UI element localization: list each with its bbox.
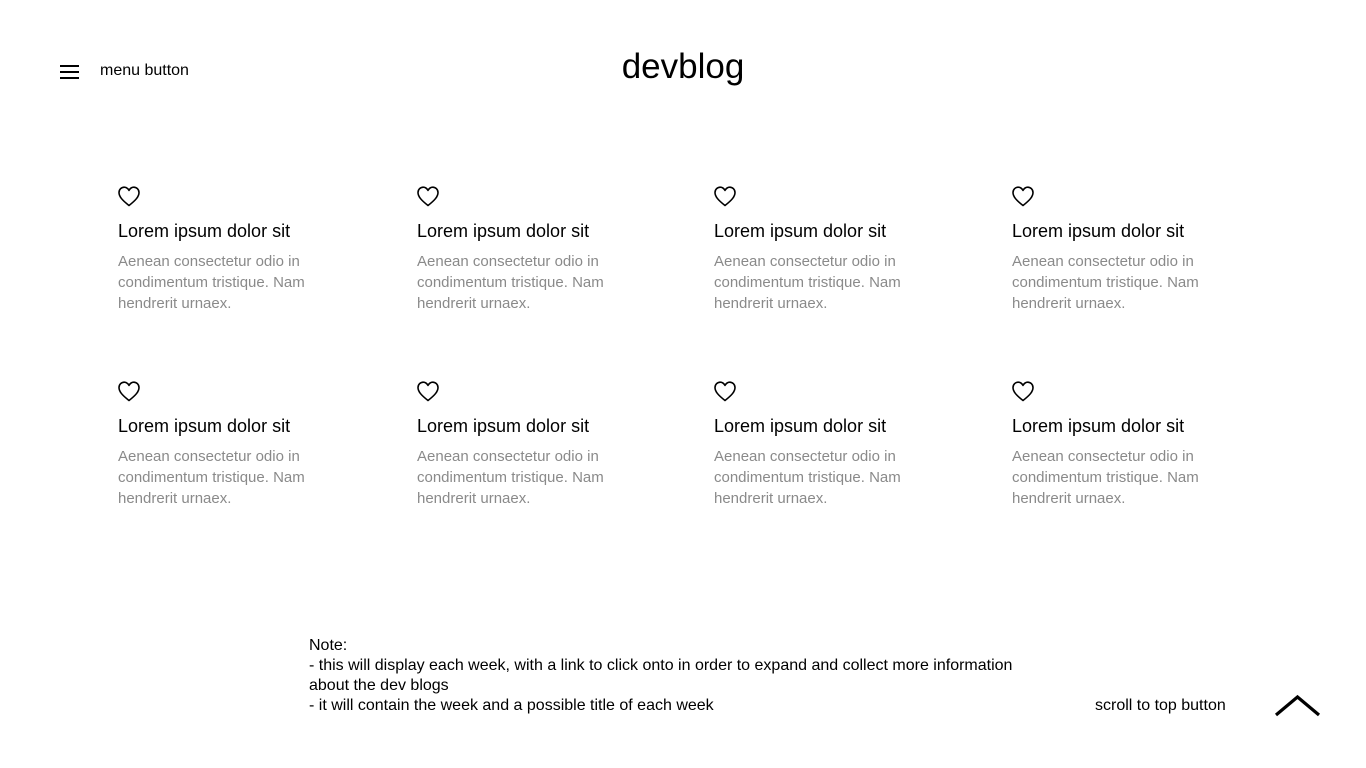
post-title[interactable]: Lorem ipsum dolor sit [714, 415, 974, 437]
posts-grid: Lorem ipsum dolor sit Aenean consectetur… [118, 186, 1318, 526]
post-title[interactable]: Lorem ipsum dolor sit [1012, 220, 1272, 242]
note-heading: Note: [309, 637, 348, 654]
post-excerpt: Aenean consectetur odio in condimentum t… [714, 253, 901, 312]
heart-icon[interactable] [118, 381, 140, 402]
post-excerpt: Aenean consectetur odio in condimentum t… [118, 253, 305, 312]
post-excerpt: Aenean consectetur odio in condimentum t… [417, 448, 604, 507]
post-excerpt: Aenean consectetur odio in condimentum t… [1012, 253, 1199, 312]
heart-icon[interactable] [714, 186, 736, 207]
post-title[interactable]: Lorem ipsum dolor sit [118, 220, 378, 242]
post-card[interactable]: Lorem ipsum dolor sit Aenean consectetur… [1012, 186, 1272, 314]
post-excerpt: Aenean consectetur odio in condimentum t… [417, 253, 604, 312]
heart-icon[interactable] [417, 381, 439, 402]
heart-icon[interactable] [118, 186, 140, 207]
heart-icon[interactable] [1012, 381, 1034, 402]
chevron-up-icon[interactable] [1274, 694, 1321, 718]
post-card[interactable]: Lorem ipsum dolor sit Aenean consectetur… [417, 186, 677, 314]
heart-icon[interactable] [1012, 186, 1034, 207]
post-title[interactable]: Lorem ipsum dolor sit [118, 415, 378, 437]
post-card[interactable]: Lorem ipsum dolor sit Aenean consectetur… [714, 381, 974, 509]
post-card[interactable]: Lorem ipsum dolor sit Aenean consectetur… [417, 381, 677, 509]
heart-icon[interactable] [714, 381, 736, 402]
post-excerpt: Aenean consectetur odio in condimentum t… [1012, 448, 1199, 507]
note-line: - it will contain the week and a possibl… [309, 697, 714, 714]
note-line: - this will display each week, with a li… [309, 657, 1013, 694]
scroll-to-top-label: scroll to top button [1095, 697, 1226, 714]
page: menu button devblog Lorem ipsum dolor si… [0, 0, 1366, 768]
post-excerpt: Aenean consectetur odio in condimentum t… [118, 448, 305, 507]
post-card[interactable]: Lorem ipsum dolor sit Aenean consectetur… [118, 381, 378, 509]
post-title[interactable]: Lorem ipsum dolor sit [714, 220, 974, 242]
site-title[interactable]: devblog [0, 46, 1366, 88]
post-title[interactable]: Lorem ipsum dolor sit [1012, 415, 1272, 437]
post-title[interactable]: Lorem ipsum dolor sit [417, 220, 677, 242]
post-card[interactable]: Lorem ipsum dolor sit Aenean consectetur… [1012, 381, 1272, 509]
post-card[interactable]: Lorem ipsum dolor sit Aenean consectetur… [118, 186, 378, 314]
post-excerpt: Aenean consectetur odio in condimentum t… [714, 448, 901, 507]
heart-icon[interactable] [417, 186, 439, 207]
post-card[interactable]: Lorem ipsum dolor sit Aenean consectetur… [714, 186, 974, 314]
post-title[interactable]: Lorem ipsum dolor sit [417, 415, 677, 437]
design-note: Note: - this will display each week, wit… [309, 636, 1029, 716]
